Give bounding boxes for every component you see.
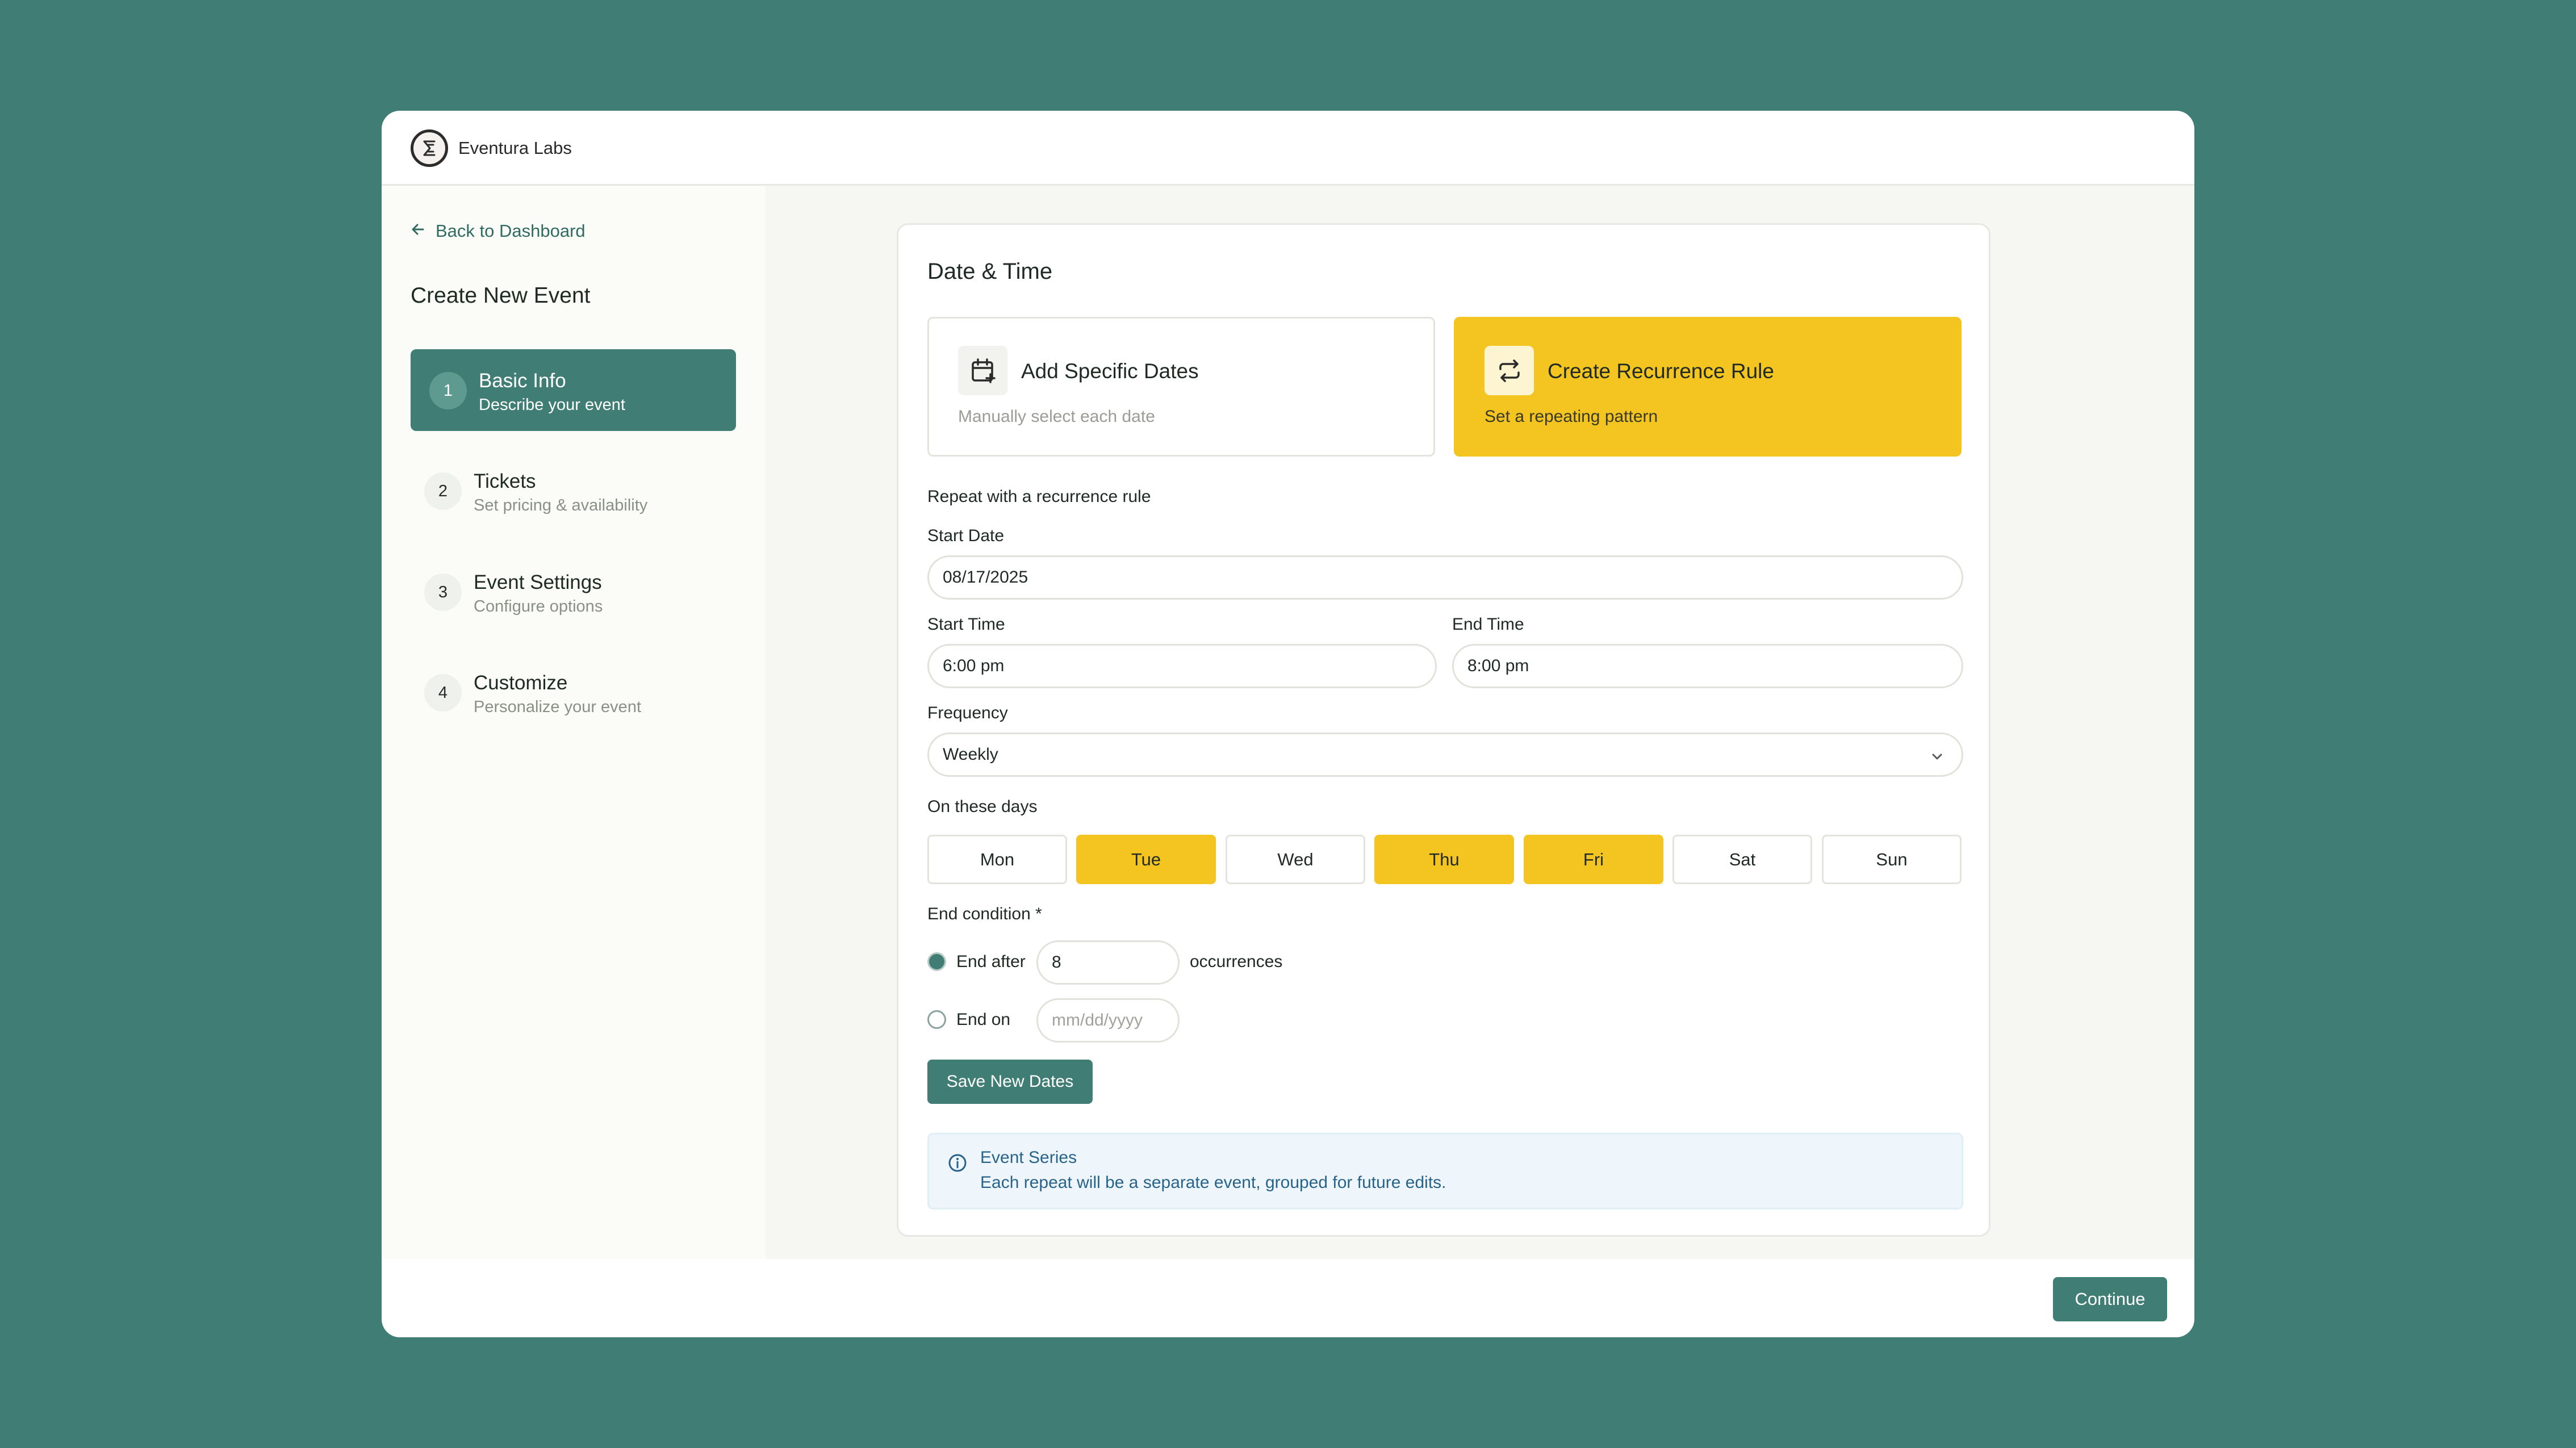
end-time-label: End Time [1452, 615, 1524, 634]
start-date-label: Start Date [927, 526, 1005, 545]
arrow-left-icon [411, 221, 425, 241]
day-wed[interactable]: Wed [1226, 835, 1365, 884]
calendar-plus-icon [958, 346, 1007, 395]
back-label: Back to Dashboard [436, 221, 586, 241]
end-on-label: End on [956, 1010, 1011, 1029]
brand-name: Eventura Labs [458, 138, 572, 158]
main-content: Date & Time Add Specific Dates Manually … [766, 186, 2194, 1259]
day-mon[interactable]: Mon [927, 835, 1067, 884]
repeat-icon [1484, 346, 1534, 395]
option-title: Add Specific Dates [1021, 359, 1199, 383]
end-condition-label: End condition * [927, 905, 1042, 923]
day-thu[interactable]: Thu [1374, 835, 1514, 884]
frequency-value: Weekly [943, 745, 998, 764]
step-event-settings[interactable]: 3 Event Settings Configure options [411, 551, 736, 633]
day-sun[interactable]: Sun [1822, 835, 1962, 884]
sidebar-title: Create New Event [411, 283, 591, 308]
info-title: Event Series [980, 1148, 1077, 1167]
option-subtitle: Set a repeating pattern [1484, 407, 1658, 426]
start-time-label: Start Time [927, 615, 1005, 634]
step-number: 2 [424, 472, 462, 510]
step-subtitle: Configure options [474, 597, 603, 616]
add-specific-dates-option[interactable]: Add Specific Dates Manually select each … [927, 317, 1435, 457]
step-title: Tickets [474, 470, 536, 492]
step-tickets[interactable]: 2 Tickets Set pricing & availability [411, 450, 736, 532]
end-time-input[interactable]: 8:00 pm [1452, 644, 1963, 688]
save-new-dates-button[interactable]: Save New Dates [927, 1060, 1093, 1104]
step-subtitle: Describe your event [479, 396, 625, 414]
occurrences-input[interactable]: 8 [1036, 940, 1180, 985]
step-number: 3 [424, 574, 462, 611]
option-subtitle: Manually select each date [958, 407, 1155, 426]
end-on-date-input[interactable]: mm/dd/yyyy [1036, 998, 1180, 1043]
card-title: Date & Time [927, 259, 1053, 284]
section-heading: Repeat with a recurrence rule [927, 487, 1151, 506]
end-after-radio[interactable] [927, 952, 946, 971]
end-on-radio[interactable] [927, 1010, 946, 1029]
step-title: Event Settings [474, 571, 602, 593]
end-after-label: End after [956, 952, 1026, 971]
event-series-info: Event Series Each repeat will be a separ… [927, 1133, 1963, 1210]
day-fri[interactable]: Fri [1524, 835, 1663, 884]
step-title: Customize [474, 672, 568, 694]
chevron-down-icon [1930, 749, 1944, 768]
frequency-label: Frequency [927, 704, 1008, 722]
brand-logo-icon [411, 129, 448, 167]
step-number: 4 [424, 674, 462, 712]
day-tue[interactable]: Tue [1076, 835, 1216, 884]
step-basic-info[interactable]: 1 Basic Info Describe your event [411, 349, 736, 431]
back-to-dashboard-link[interactable]: Back to Dashboard [411, 221, 586, 241]
info-icon [948, 1153, 967, 1175]
frequency-select[interactable]: Weekly [927, 733, 1963, 777]
create-recurrence-rule-option[interactable]: Create Recurrence Rule Set a repeating p… [1454, 317, 1962, 457]
step-subtitle: Set pricing & availability [474, 496, 648, 514]
day-sat[interactable]: Sat [1672, 835, 1812, 884]
top-bar: Eventura Labs [382, 111, 2194, 186]
info-text: Each repeat will be a separate event, gr… [980, 1173, 1446, 1192]
start-time-input[interactable]: 6:00 pm [927, 644, 1437, 688]
sidebar: Back to Dashboard Create New Event 1 Bas… [382, 186, 766, 1259]
start-date-input[interactable]: 08/17/2025 [927, 555, 1963, 600]
days-label: On these days [927, 797, 1038, 816]
step-subtitle: Personalize your event [474, 698, 641, 716]
option-title: Create Recurrence Rule [1548, 359, 1774, 383]
step-title: Basic Info [479, 370, 566, 392]
step-customize[interactable]: 4 Customize Personalize your event [411, 651, 736, 733]
date-time-card: Date & Time Add Specific Dates Manually … [897, 223, 1990, 1237]
app-window: Eventura Labs Back to Dashboard Create N… [382, 111, 2194, 1337]
step-number: 1 [429, 372, 467, 409]
continue-button[interactable]: Continue [2053, 1277, 2167, 1321]
occurrences-suffix: occurrences [1190, 952, 1283, 971]
